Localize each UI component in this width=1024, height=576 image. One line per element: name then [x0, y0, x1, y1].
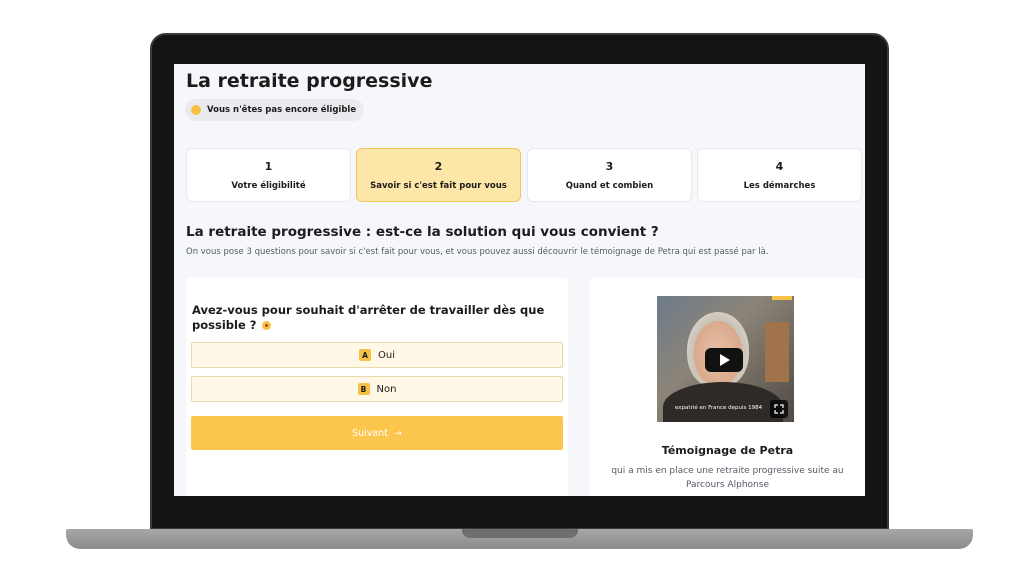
next-button-label: Suivant: [352, 427, 388, 439]
step-number: 3: [605, 159, 614, 173]
quiz-card: Avez-vous pour souhait d'arrêter de trav…: [186, 278, 568, 496]
answer-label: Non: [376, 383, 397, 395]
expand-icon: [774, 404, 784, 414]
step-procedures[interactable]: 4 Les démarches: [697, 148, 862, 202]
answer-key: A: [359, 349, 371, 361]
video-player[interactable]: expatrié en France depuis 1984: [657, 296, 794, 422]
quiz-question: Avez-vous pour souhait d'arrêter de trav…: [192, 303, 552, 333]
testimonial-title: Témoignage de Petra: [661, 444, 794, 457]
expand-button[interactable]: [770, 400, 788, 418]
question-mark-icon: [262, 321, 272, 330]
answer-key: B: [357, 383, 370, 395]
testimonial-card: expatrié en France depuis 1984 Témoignag…: [590, 278, 865, 496]
arrow-right-icon: →: [393, 427, 402, 439]
answer-non[interactable]: B Non: [191, 376, 563, 402]
play-button[interactable]: [705, 348, 743, 372]
app-screen: La retraite progressive Vous n'êtes pas …: [174, 64, 865, 496]
step-label: Quand et combien: [565, 180, 654, 191]
question-text: Avez-vous pour souhait d'arrêter de trav…: [192, 303, 545, 332]
video-caption: expatrié en France depuis 1984: [675, 405, 763, 411]
speaker-shoulders: [663, 382, 783, 422]
step-label: Savoir si c'est fait pour vous: [370, 180, 507, 191]
testimonial-description: qui a mis en place une retraite progress…: [611, 466, 844, 490]
play-icon: [720, 354, 730, 366]
step-number: 2: [434, 159, 443, 173]
step-label: Les démarches: [743, 180, 816, 191]
eligibility-status-badge: Vous n'êtes pas encore éligible: [185, 99, 365, 121]
section-subtitle: On vous pose 3 questions pour savoir si …: [186, 247, 769, 257]
background-shelf: [765, 322, 789, 382]
laptop-notch: [462, 529, 578, 538]
steps-nav: 1 Votre éligibilité 2 Savoir si c'est fa…: [186, 148, 865, 202]
step-label: Votre éligibilité: [231, 180, 306, 191]
step-when-how-much[interactable]: 3 Quand et combien: [527, 148, 692, 202]
step-number: 1: [264, 159, 273, 173]
next-button[interactable]: Suivant →: [191, 416, 563, 450]
page-title: La retraite progressive: [186, 70, 433, 92]
step-eligibility[interactable]: 1 Votre éligibilité: [186, 148, 351, 202]
status-dot-icon: [191, 105, 201, 115]
answer-oui[interactable]: A Oui: [191, 342, 563, 368]
video-tag: [772, 296, 792, 300]
answer-label: Oui: [378, 349, 395, 361]
status-text: Vous n'êtes pas encore éligible: [207, 105, 357, 115]
step-fit-for-you[interactable]: 2 Savoir si c'est fait pour vous: [356, 148, 521, 202]
step-number: 4: [775, 159, 784, 173]
section-title: La retraite progressive : est-ce la solu…: [186, 224, 659, 240]
